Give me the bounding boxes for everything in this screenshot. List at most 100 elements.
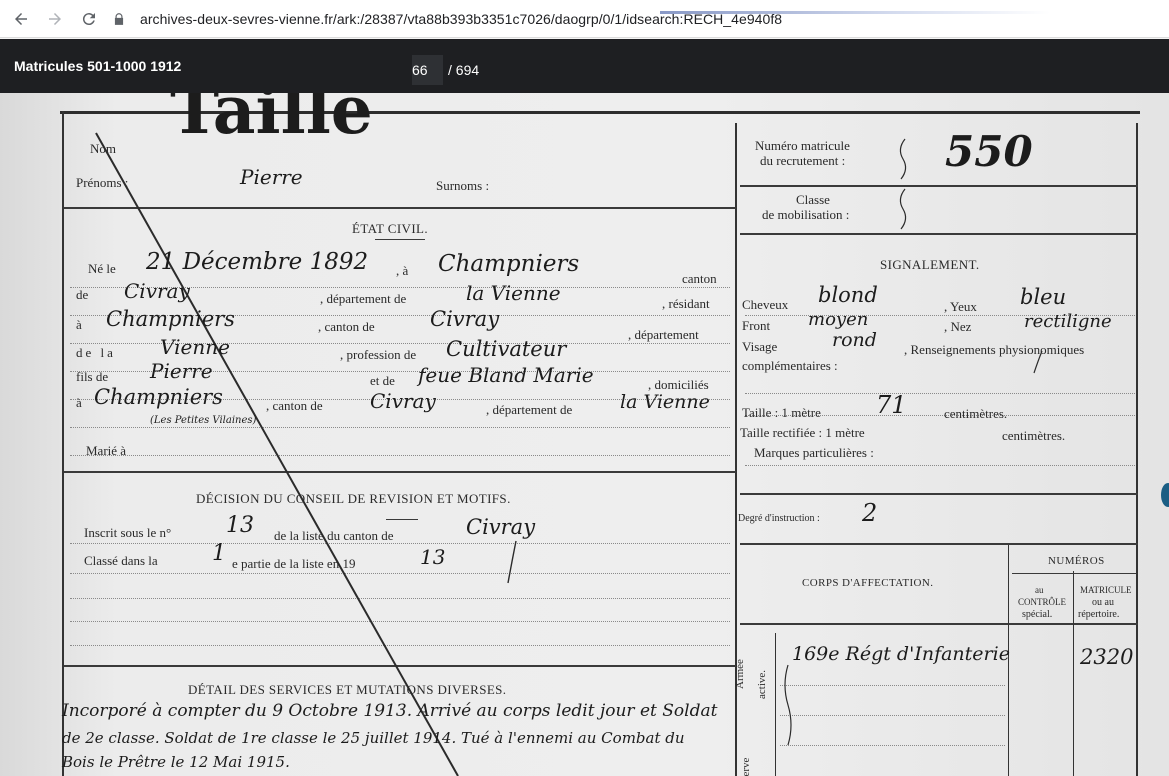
cross-out-line	[95, 132, 1043, 776]
dept-handwritten: la Vienne	[466, 281, 561, 305]
birth-date-handwritten: 21 Décembre 1892	[146, 249, 369, 275]
domicile-handwritten: Champniers	[94, 385, 223, 409]
canton-de2-label: , canton de	[266, 398, 323, 413]
nom-label: Nom	[90, 141, 116, 156]
reserve-label: Réserve	[740, 757, 752, 776]
fils-de-label: fils de	[76, 369, 109, 384]
a3-label: à	[76, 395, 82, 410]
reload-button[interactable]	[74, 4, 104, 34]
classe-label-1: Classe	[796, 192, 830, 207]
nez-label: , Nez	[944, 319, 972, 334]
forward-button[interactable]	[40, 4, 70, 34]
departement-label: , département	[628, 327, 699, 342]
canton2-handwritten: Civray	[430, 307, 500, 331]
liste-canton-handwritten: Civray	[466, 515, 536, 539]
et-de-label: et de	[370, 373, 395, 388]
nez-handwritten: rectiligne	[1024, 311, 1112, 332]
matricule-col-3: répertoire.	[1078, 609, 1120, 620]
inscrit-label: Inscrit sous le n°	[84, 525, 172, 540]
yeux-handwritten: bleu	[1020, 285, 1067, 309]
matricule-label-2: du recrutement :	[760, 153, 846, 168]
numeros-heading: NUMÉROS	[1048, 555, 1105, 567]
marie-a-label: Marié à	[86, 443, 127, 458]
page-total: / 694	[448, 62, 480, 78]
etat-civil-underline	[375, 239, 425, 240]
back-button[interactable]	[6, 4, 36, 34]
profession-handwritten: Cultivateur	[446, 337, 567, 361]
dept2-handwritten: Vienne	[160, 335, 230, 359]
taille-label: Taille : 1 mètre	[742, 405, 821, 420]
viewer-header: Matricules 501-1000 1912 / 694	[0, 39, 1169, 93]
detail-line-3: Bois le Prêtre le 12 Mai 1915.	[62, 753, 290, 771]
canton-de-label: , canton de	[318, 319, 375, 334]
url-loading-highlight	[660, 11, 1050, 14]
scanned-document: Taillé Nom Prénoms : Pierre Surnoms : Nu…	[0, 93, 1169, 776]
front-handwritten: moyen	[808, 309, 869, 330]
corps-number-handwritten: 2320	[1080, 645, 1134, 669]
canton-label: canton	[682, 271, 717, 286]
side-scroll-handle[interactable]	[1161, 483, 1169, 507]
taille-handwritten: 71	[876, 391, 907, 419]
profession-de-label: , profession de	[340, 347, 417, 362]
au-controle-1: au	[1035, 585, 1044, 595]
arrow-right-icon	[49, 12, 61, 25]
taille-rectifiee-label: Taille rectifiée : 1 mètre	[740, 425, 865, 440]
de-la-label: de la	[76, 345, 116, 360]
centimetres-label-2: centimètres.	[1002, 428, 1066, 443]
browser-toolbar: archives-deux-sevres-vienne.fr/ark:/2838…	[0, 0, 1169, 38]
birth-place-handwritten: Champniers	[438, 251, 580, 277]
inscrit-handwritten: 13	[226, 513, 254, 538]
visage-handwritten: rond	[832, 329, 877, 351]
liste-label: de la liste du canton de	[274, 528, 394, 543]
matricule-col-1: MATRICULE	[1080, 585, 1132, 595]
ne-le-label: Né le	[88, 261, 116, 276]
prenoms-label: Prénoms :	[76, 175, 129, 190]
classe-label-2: de mobilisation :	[762, 207, 850, 222]
renseignements-label: , Renseignements physionomiques	[904, 342, 1085, 357]
partie-label: e partie de la liste en 19	[232, 556, 356, 571]
address-bar[interactable]: archives-deux-sevres-vienne.fr/ark:/2838…	[112, 6, 1162, 32]
reload-icon	[82, 12, 95, 25]
yeux-label: , Yeux	[944, 299, 977, 314]
partie-year-handwritten: 13	[420, 545, 446, 569]
domicile-note-handwritten: (Les Petites Vilaines)	[150, 415, 257, 426]
corps-heading: CORPS D'AFFECTATION.	[802, 577, 934, 589]
centimetres-label: centimètres.	[944, 406, 1008, 421]
dept3-handwritten: la Vienne	[620, 391, 710, 413]
matricule-handwritten: 550	[945, 127, 1033, 176]
visage-label: Visage	[742, 339, 778, 354]
detail-heading: DÉTAIL DES SERVICES ET MUTATIONS DIVERSE…	[188, 682, 507, 697]
corps-handwritten: 169e Régt d'Infanterie	[792, 643, 1010, 665]
detail-line-1: Incorporé à compter du 9 Octobre 1913. A…	[62, 701, 718, 721]
lock-icon	[114, 13, 124, 25]
canton-handwritten: Civray	[124, 279, 190, 303]
armee-active-1: Armée	[734, 659, 746, 689]
matricule-col-2: ou au	[1092, 597, 1114, 608]
residant-label: , résidant	[662, 296, 710, 311]
decision-underline	[386, 519, 418, 520]
etat-civil-heading: ÉTAT CIVIL.	[352, 221, 429, 236]
classe-dans-handwritten: 1	[212, 541, 226, 566]
father-handwritten: Pierre	[150, 359, 213, 383]
cheveux-label: Cheveux	[742, 297, 789, 312]
departement-de2-label: , département de	[486, 402, 573, 417]
matricule-label-1: Numéro matricule	[755, 138, 850, 153]
de-label: de	[76, 287, 89, 302]
page-number-input[interactable]	[412, 55, 443, 85]
surnoms-label: Surnoms :	[436, 178, 490, 193]
armee-active-2: active.	[756, 669, 768, 699]
prenom-handwritten: Pierre	[240, 165, 303, 189]
degre-instruction-label: Degré d'instruction :	[738, 513, 820, 524]
a2-label: à	[76, 317, 82, 332]
detail-line-2: de 2e classe. Soldat de 1re classe le 25…	[62, 729, 685, 747]
surname-handwritten: Taillé	[170, 93, 373, 149]
cheveux-handwritten: blond	[818, 283, 878, 307]
au-controle-2: CONTRÔLE	[1018, 597, 1066, 607]
mother-handwritten: feue Bland Marie	[418, 363, 594, 387]
document-title: Matricules 501-1000 1912	[14, 58, 182, 74]
arrow-left-icon	[15, 12, 27, 25]
canton3-handwritten: Civray	[370, 389, 436, 413]
a-label: , à	[396, 263, 409, 278]
classe-dans-label: Classé dans la	[84, 553, 158, 568]
degre-handwritten: 2	[862, 499, 878, 527]
